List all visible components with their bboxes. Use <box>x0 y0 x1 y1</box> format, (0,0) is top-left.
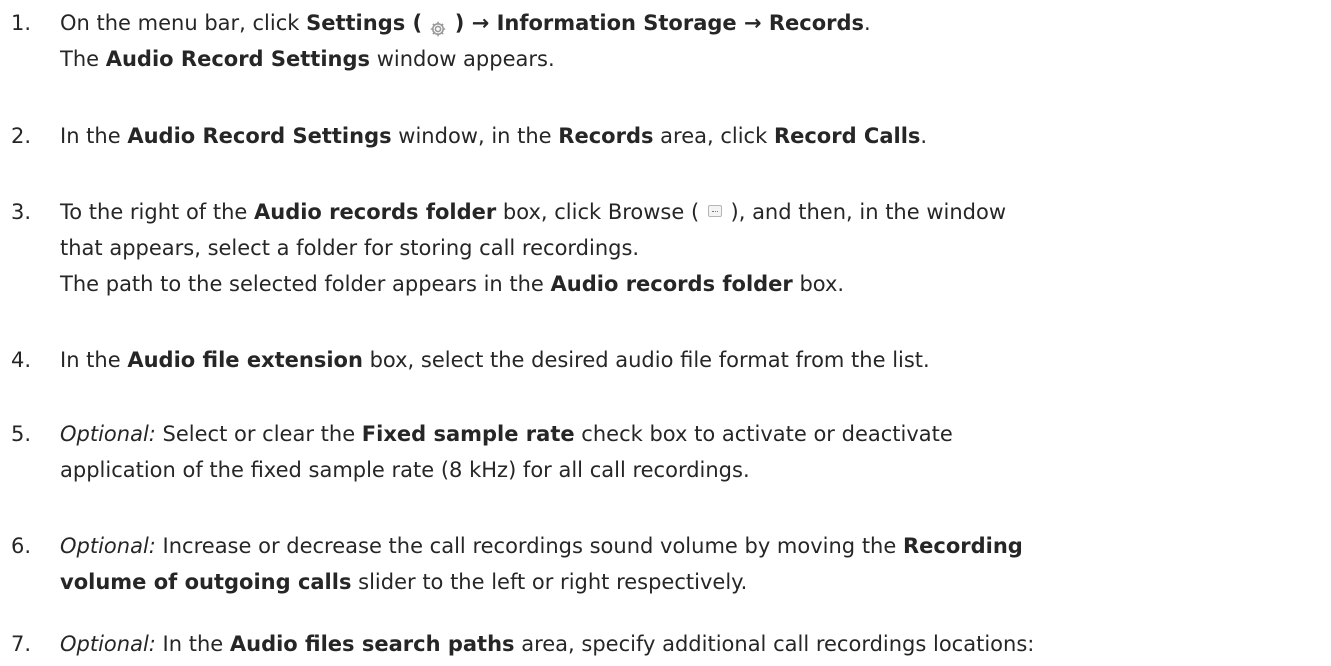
step-number: 2. <box>11 124 32 148</box>
instruction-steps: 1. On the menu bar, click Settings ( ) →… <box>0 0 1331 666</box>
ui-term: Audio records folder <box>550 272 793 296</box>
gear-icon <box>429 13 447 37</box>
step-text: Optional: Select or clear the Fixed samp… <box>60 416 1325 488</box>
step-line: In the Audio file extension box, select … <box>60 348 930 372</box>
ui-term: ) → Information Storage → Records <box>447 11 865 35</box>
step-line: On the menu bar, click Settings ( ) → In… <box>60 11 871 37</box>
optional-label: Optional: <box>60 534 156 558</box>
optional-label: Optional: <box>60 422 156 446</box>
ui-term: Settings ( <box>306 11 430 35</box>
step-text: In the Audio file extension box, select … <box>60 342 1325 378</box>
step-number: 4. <box>11 348 32 372</box>
step-number: 3. <box>11 200 32 224</box>
step-line: Optional: Select or clear the Fixed samp… <box>60 422 953 446</box>
ui-term: Records <box>558 124 654 148</box>
step-line: that appears, select a folder for storin… <box>60 236 640 260</box>
step-number: 1. <box>11 11 32 35</box>
ui-term: Audio file extension <box>127 348 363 372</box>
step-text: To the right of the Audio records folder… <box>60 194 1325 302</box>
step-line: In the Audio Record Settings window, in … <box>60 124 928 148</box>
step-line: Optional: Increase or decrease the call … <box>60 534 1023 558</box>
step-line: volume of outgoing calls slider to the l… <box>60 570 748 594</box>
optional-label: Optional: <box>60 632 156 656</box>
ui-term: Audio files search paths <box>229 632 515 656</box>
step-line: application of the fixed sample rate (8 … <box>60 458 750 482</box>
step-line: The path to the selected folder appears … <box>60 272 845 296</box>
step-line: The Audio Record Settings window appears… <box>60 47 555 71</box>
ui-term: volume of outgoing calls <box>60 570 352 594</box>
ui-term: Audio records folder <box>254 200 497 224</box>
step-line: Optional: In the Audio files search path… <box>60 632 1035 656</box>
step-text: Optional: Increase or decrease the call … <box>60 528 1325 600</box>
ui-term: Recording <box>902 534 1023 558</box>
ui-term: Audio Record Settings <box>127 124 392 148</box>
step-number: 7. <box>11 632 32 656</box>
step-text: Optional: In the Audio files search path… <box>60 626 1325 662</box>
step-number: 6. <box>11 534 32 558</box>
step-text: On the menu bar, click Settings ( ) → In… <box>60 5 1325 77</box>
browse-icon <box>707 205 722 217</box>
step-line: To the right of the Audio records folder… <box>60 200 1007 224</box>
ui-term: Fixed sample rate <box>361 422 575 446</box>
step-text: In the Audio Record Settings window, in … <box>60 118 1325 154</box>
ui-term: Audio Record Settings <box>105 47 371 71</box>
step-number: 5. <box>11 422 32 446</box>
ui-term: Record Calls <box>773 124 921 148</box>
